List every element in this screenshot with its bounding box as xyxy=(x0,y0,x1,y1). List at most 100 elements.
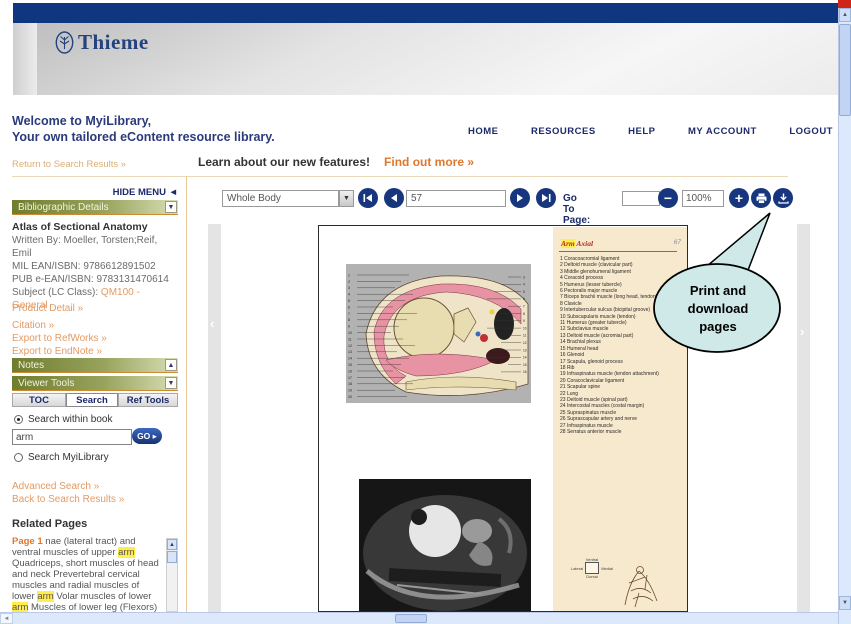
printer-icon xyxy=(756,193,766,204)
mri-image xyxy=(359,479,531,611)
export-endnote-link[interactable]: Export to EndNote » xyxy=(12,346,102,357)
go-button[interactable]: GO ▸ xyxy=(132,428,162,444)
section-select[interactable]: Whole Body xyxy=(222,190,339,207)
highlighted-term: arm xyxy=(12,602,29,612)
tab-ref-tools[interactable]: Ref Tools xyxy=(118,393,178,407)
svg-text:5: 5 xyxy=(523,290,525,294)
related-text-segment: Volar muscles of lower xyxy=(53,591,152,602)
svg-text:7: 7 xyxy=(523,305,525,309)
print-callout-text: Print and download pages xyxy=(687,283,749,334)
prev-page-button[interactable] xyxy=(384,188,404,208)
welcome-line1: Welcome to MyiLibrary, xyxy=(12,114,152,128)
vscroll-up-icon[interactable]: ▲ xyxy=(839,8,851,22)
citation-link[interactable]: Citation » xyxy=(12,320,54,331)
red-marker xyxy=(838,0,851,8)
related-page-link[interactable]: Page 1 xyxy=(12,536,43,547)
svg-text:20: 20 xyxy=(348,395,352,399)
orientation-box xyxy=(585,562,600,574)
search-input[interactable] xyxy=(12,429,132,445)
related-scroll-thumb[interactable] xyxy=(167,551,177,563)
bibliographic-details-header: Bibliographic Details ▼ xyxy=(12,200,178,215)
next-page-icon xyxy=(517,194,523,202)
highlighted-term: arm xyxy=(37,591,54,602)
tab-search[interactable]: Search xyxy=(66,393,118,407)
vscroll-thumb[interactable] xyxy=(839,24,851,116)
radio-search-mylibrary[interactable] xyxy=(14,453,23,462)
book-mil-ean: MIL EAN/ISBN: 9786612891502 xyxy=(12,261,156,272)
goto-page-input[interactable] xyxy=(622,191,660,206)
product-detail-link[interactable]: Product Detail » xyxy=(12,303,83,314)
skeleton-sketch xyxy=(624,566,658,608)
find-out-more-link[interactable]: Find out more » xyxy=(384,155,474,169)
vertical-scrollbar[interactable]: ▲ ▼ xyxy=(838,0,851,624)
nav-item-my-account[interactable]: MY ACCOUNT xyxy=(688,126,757,137)
svg-text:13: 13 xyxy=(523,348,527,352)
biblio-toggle-icon[interactable]: ▼ xyxy=(165,201,177,213)
viewer-tools-label: Viewer Tools xyxy=(18,378,75,389)
structure-list-item: 28 Serratus anterior muscle xyxy=(560,428,622,435)
subject-code-link[interactable]: QM100 xyxy=(101,287,134,298)
page-number-input[interactable] xyxy=(406,190,506,207)
thieme-logo: Thieme xyxy=(55,30,149,55)
prev-page-strip[interactable]: ‹ xyxy=(208,224,221,612)
next-page-button[interactable] xyxy=(510,188,530,208)
export-refworks-link[interactable]: Export to RefWorks » xyxy=(12,333,107,344)
svg-text:17: 17 xyxy=(348,376,352,380)
svg-text:11: 11 xyxy=(523,334,527,338)
sidebar-tabs: TOC Search Ref Tools xyxy=(12,393,178,409)
book-title: Atlas of Sectional Anatomy xyxy=(12,221,148,233)
page-header-term: Arm xyxy=(561,239,575,248)
bibliographic-details-label: Bibliographic Details xyxy=(18,202,109,213)
vscroll-down-icon[interactable]: ▼ xyxy=(839,596,851,610)
tab-toc[interactable]: TOC xyxy=(12,393,66,407)
viewer-tools-toggle-icon[interactable]: ▼ xyxy=(165,377,177,389)
search-mylibrary-option[interactable]: Search MyiLibrary xyxy=(14,452,109,463)
plus-icon: + xyxy=(734,190,744,206)
back-to-search-results-link[interactable]: Back to Search Results » xyxy=(12,494,124,505)
search-within-book-label: Search within book xyxy=(28,414,113,425)
svg-text:14: 14 xyxy=(523,356,527,360)
svg-text:6: 6 xyxy=(523,297,525,301)
nav-item-help[interactable]: HELP xyxy=(628,126,655,137)
svg-text:15: 15 xyxy=(348,363,352,367)
return-to-search-link[interactable]: Return to Search Results » xyxy=(12,159,126,170)
section-select-arrow-button[interactable]: ▼ xyxy=(339,190,354,207)
svg-text:18: 18 xyxy=(348,382,352,386)
related-text-segment: Muscles of lower leg (Flexors) Trunk, sh… xyxy=(31,602,158,612)
nav-item-resources[interactable]: RESOURCES xyxy=(531,126,596,137)
last-page-button[interactable] xyxy=(536,188,556,208)
svg-text:12: 12 xyxy=(523,341,527,345)
svg-text:5: 5 xyxy=(348,299,350,303)
svg-text:9: 9 xyxy=(523,319,525,323)
search-within-book-option[interactable]: Search within book xyxy=(14,414,113,425)
search-mylibrary-label: Search MyiLibrary xyxy=(28,452,109,463)
notes-toggle-icon[interactable]: ▲ xyxy=(165,359,177,371)
related-pages-heading: Related Pages xyxy=(12,518,88,530)
svg-text:19: 19 xyxy=(348,389,352,393)
radio-search-within-book[interactable] xyxy=(14,415,23,424)
minus-icon: − xyxy=(663,190,673,206)
hscroll-thumb[interactable] xyxy=(395,614,427,623)
advanced-search-link[interactable]: Advanced Search » xyxy=(12,481,99,492)
horizontal-scrollbar[interactable]: ◄ xyxy=(0,612,838,624)
hscroll-left-icon[interactable]: ◄ xyxy=(0,613,13,624)
brand-name: Thieme xyxy=(78,30,149,54)
hide-menu-button[interactable]: HIDE MENU ◄ xyxy=(12,187,178,198)
svg-text:16: 16 xyxy=(523,370,527,374)
features-text: Learn about our new features! xyxy=(198,155,371,169)
prev-page-icon xyxy=(391,194,397,202)
related-pages-scrollbar[interactable]: ▲ xyxy=(166,538,178,612)
svg-text:16: 16 xyxy=(348,369,352,373)
nav-item-home[interactable]: HOME xyxy=(468,126,499,137)
nav-item-logout[interactable]: LOGOUT xyxy=(789,126,833,137)
welcome-heading: Welcome to MyiLibrary, Your own tailored… xyxy=(12,113,275,145)
first-page-button[interactable] xyxy=(358,188,378,208)
top-navy-bar xyxy=(13,3,851,23)
book-author: Written By: Moeller, Torsten;Reif, Emil xyxy=(12,235,158,259)
brand-panel-shadow xyxy=(13,23,37,95)
features-banner: Learn about our new features! Find out mo… xyxy=(198,155,474,169)
related-scroll-up-icon[interactable]: ▲ xyxy=(167,539,177,550)
last-page-icon xyxy=(542,194,551,202)
svg-text:10: 10 xyxy=(523,326,527,330)
svg-text:10: 10 xyxy=(348,331,352,335)
